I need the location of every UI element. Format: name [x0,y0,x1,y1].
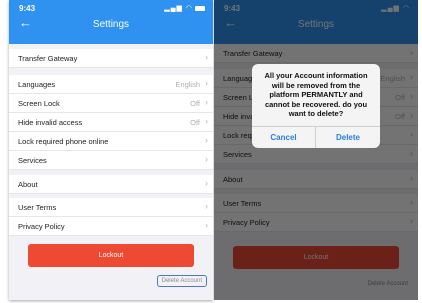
row-privacy-policy[interactable]: Privacy Policy › [9,217,213,236]
row-languages[interactable]: Languages English › [9,75,213,94]
chevron-right-icon: › [205,201,208,211]
row-transfer-gateway[interactable]: Transfer Gateway › [9,49,213,68]
page-title: Settings [92,19,130,30]
chevron-right-icon: › [205,178,208,188]
row-about[interactable]: About › [9,175,213,194]
row-label: Hide invalid access [18,118,83,127]
chevron-right-icon: › [205,220,208,230]
row-user-terms[interactable]: User Terms › [9,198,213,217]
row-value: English [175,80,200,89]
modal-backdrop [214,0,418,300]
row-value: Off [190,99,200,108]
status-icons: ▂▄▆ ◠ [164,4,205,12]
delete-account-link[interactable]: Delete Account [156,275,207,287]
row-label: Lock required phone online [18,137,109,146]
dialog-actions: Cancel Delete [252,126,380,148]
wifi-icon: ◠ [185,5,193,12]
lockout-button[interactable]: Lockout [28,244,194,267]
delete-confirm-dialog: All your Account information will be rem… [252,64,380,148]
chevron-right-icon: › [205,135,208,145]
row-services[interactable]: Services › [9,151,213,170]
header-bar: 9:43 ▂▄▆ ◠ ← Settings [9,0,213,44]
row-label: Screen Lock [18,99,60,108]
chevron-right-icon: › [205,78,208,88]
settings-screen: 9:43 ▂▄▆ ◠ ← Settings Transfer Gateway ›… [9,0,213,300]
signal-icon: ▂▄▆ [164,5,183,12]
row-label: About [18,180,38,189]
row-hide-invalid-access[interactable]: Hide invalid access Off › [9,113,213,132]
row-label: User Terms [18,203,57,212]
chevron-right-icon: › [205,52,208,62]
chevron-right-icon: › [205,154,208,164]
row-value: Off [190,118,200,127]
row-label: Transfer Gateway [18,54,78,63]
delete-button[interactable]: Delete [316,127,380,148]
row-lock-required-phone-online[interactable]: Lock required phone online › [9,132,213,151]
status-time: 9:43 [19,4,36,13]
chevron-right-icon: › [205,97,208,107]
battery-icon [195,5,205,11]
row-screen-lock[interactable]: Screen Lock Off › [9,94,213,113]
row-label: Privacy Policy [18,222,65,231]
row-label: Services [18,156,47,165]
settings-screen-dialog: 9:43 ▂▄▆ ◠ ← Settings Transfer Gateway ›… [214,0,418,300]
cancel-button[interactable]: Cancel [252,127,316,148]
row-label: Languages [18,80,56,89]
dialog-message: All your Account information will be rem… [264,71,368,118]
chevron-right-icon: › [205,116,208,126]
